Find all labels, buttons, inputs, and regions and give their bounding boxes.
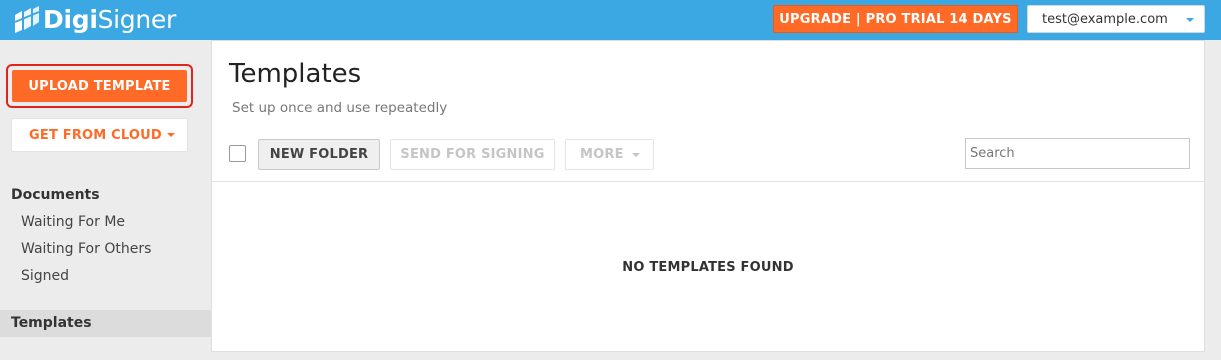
send-for-signing-button[interactable]: SEND FOR SIGNING xyxy=(390,139,555,170)
more-button[interactable]: MORE xyxy=(565,139,654,170)
upload-template-button[interactable]: UPLOAD TEMPLATE xyxy=(12,70,187,102)
user-menu-button[interactable]: test@example.com xyxy=(1027,5,1205,33)
upload-template-label: UPLOAD TEMPLATE xyxy=(28,78,171,94)
upgrade-button-label: UPGRADE | PRO TRIAL 14 DAYS xyxy=(779,11,1012,27)
top-bar: DigiSigner UPGRADE | PRO TRIAL 14 DAYS t… xyxy=(0,0,1221,40)
new-folder-button[interactable]: NEW FOLDER xyxy=(258,139,380,170)
search-input[interactable] xyxy=(965,138,1190,169)
upload-template-highlight: UPLOAD TEMPLATE xyxy=(6,64,193,108)
chevron-down-icon xyxy=(167,133,175,137)
toolbar-divider xyxy=(212,181,1204,182)
user-email: test@example.com xyxy=(1042,11,1168,27)
main-panel: Templates Set up once and use repeatedly… xyxy=(211,40,1205,352)
digisigner-logo-icon xyxy=(14,6,40,33)
get-from-cloud-label: GET FROM CLOUD xyxy=(29,127,162,143)
chevron-down-icon xyxy=(1186,18,1194,22)
sidebar-item-waiting-for-others[interactable]: Waiting For Others xyxy=(21,241,151,257)
get-from-cloud-button[interactable]: GET FROM CLOUD xyxy=(11,118,188,152)
sidebar-item-waiting-for-me[interactable]: Waiting For Me xyxy=(21,214,125,230)
empty-state-message: NO TEMPLATES FOUND xyxy=(622,260,794,275)
more-label: MORE xyxy=(580,147,624,162)
select-all-checkbox[interactable] xyxy=(229,145,246,162)
upgrade-button[interactable]: UPGRADE | PRO TRIAL 14 DAYS xyxy=(773,5,1018,33)
page-title: Templates xyxy=(229,59,362,89)
send-for-signing-label: SEND FOR SIGNING xyxy=(400,147,545,162)
sidebar-item-templates[interactable]: Templates xyxy=(0,310,211,337)
new-folder-label: NEW FOLDER xyxy=(269,147,369,162)
chevron-down-icon xyxy=(632,153,640,157)
page-subtitle: Set up once and use repeatedly xyxy=(232,100,448,116)
sidebar: UPLOAD TEMPLATE GET FROM CLOUD Documents… xyxy=(0,40,211,360)
app-logo[interactable]: DigiSigner xyxy=(12,4,176,36)
sidebar-heading-documents[interactable]: Documents xyxy=(11,187,100,203)
sidebar-item-signed[interactable]: Signed xyxy=(21,268,69,284)
logo-text: DigiSigner xyxy=(43,5,176,34)
